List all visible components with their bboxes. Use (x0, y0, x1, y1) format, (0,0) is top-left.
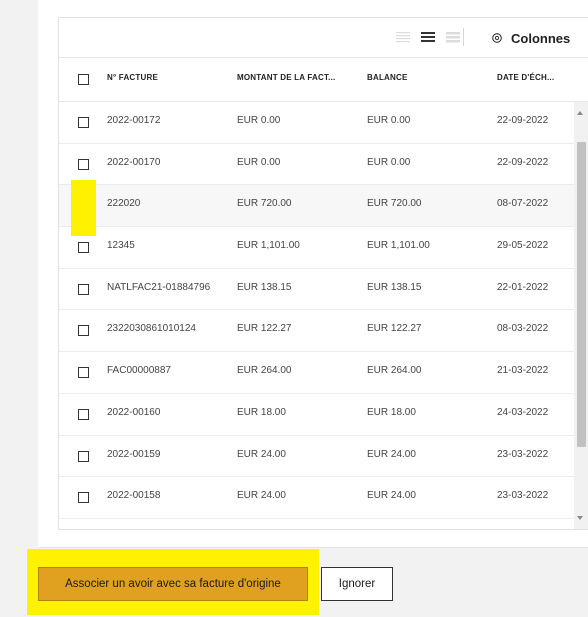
table-row[interactable]: 2022-00158 EUR 24.00 EUR 24.00 23-03-2022 (59, 477, 574, 519)
column-header-invoice-amount[interactable]: MONTANT DE LA FACT... (237, 73, 335, 82)
due-date-cell: 24-03-2022 (497, 406, 549, 418)
invoice-number-cell: 2022-00159 (107, 448, 161, 460)
columns-button-label: Colonnes (511, 30, 571, 46)
row-checkbox[interactable] (78, 158, 89, 170)
balance-cell: EUR 24.00 (367, 490, 416, 502)
balance-cell: EUR 720.00 (367, 198, 422, 210)
invoice-amount-cell: EUR 0.00 (237, 156, 281, 168)
invoice-amount-cell: EUR 0.00 (237, 115, 281, 126)
balance-cell: EUR 18.00 (367, 406, 416, 418)
invoice-amount-cell: EUR 18.00 (237, 406, 286, 418)
invoice-number-cell: 2022-00160 (107, 406, 161, 418)
due-date-cell: 22-09-2022 (497, 115, 549, 126)
column-header-balance[interactable]: BALANCE (367, 73, 408, 82)
invoice-amount-cell: EUR 122.27 (237, 323, 292, 335)
table-row[interactable]: 12345 EUR 1,101.00 EUR 1,101.00 29-05-2022 (59, 227, 574, 269)
invoice-amount-cell: EUR 264.00 (237, 365, 292, 377)
density-compact-icon[interactable] (395, 29, 411, 45)
column-header-invoice-number[interactable]: N° FACTURE (107, 73, 158, 82)
columns-button[interactable]: Colonnes (491, 27, 570, 49)
table-row[interactable]: 2022-00159 EUR 24.00 EUR 24.00 23-03-2022 (59, 436, 574, 478)
scrollbar-thumb[interactable] (577, 142, 586, 447)
scroll-down-arrow-icon[interactable] (577, 516, 583, 520)
invoice-number-cell: 2022-00158 (107, 490, 161, 502)
table-row[interactable]: 222020 EUR 720.00 EUR 720.00 08-07-2022 (59, 185, 574, 228)
scroll-up-arrow-icon[interactable] (577, 111, 583, 115)
toolbar-divider (463, 28, 464, 46)
table-row[interactable]: 2022-00170 EUR 0.00 EUR 0.00 22-09-2022 (59, 144, 574, 186)
invoice-number-cell: 12345 (107, 240, 135, 252)
invoice-amount-cell: EUR 24.00 (237, 490, 286, 502)
balance-cell: EUR 1,101.00 (367, 240, 430, 252)
vertical-scrollbar[interactable] (574, 102, 588, 529)
due-date-cell: 21-03-2022 (497, 365, 549, 377)
ignore-button[interactable]: Ignorer (321, 567, 393, 601)
invoice-number-cell: FAC00000887 (107, 365, 171, 377)
due-date-cell: 08-07-2022 (497, 198, 549, 210)
invoice-grid: Colonnes N° FACTURE MONTANT DE LA FACT..… (58, 17, 588, 530)
due-date-cell: 23-03-2022 (497, 448, 549, 460)
density-standard-icon[interactable] (420, 29, 436, 45)
balance-cell: EUR 0.00 (367, 156, 411, 168)
table-row[interactable]: 2022-00172 EUR 0.00 EUR 0.00 22-09-2022 (59, 102, 574, 144)
due-date-cell: 22-09-2022 (497, 156, 549, 168)
due-date-cell: 08-03-2022 (497, 323, 549, 335)
due-date-cell: 22-01-2022 (497, 281, 549, 293)
row-checkbox[interactable] (78, 283, 89, 295)
invoice-amount-cell: EUR 1,101.00 (237, 240, 300, 252)
due-date-cell: 29-05-2022 (497, 240, 549, 252)
invoice-amount-cell: EUR 720.00 (237, 198, 292, 210)
table-header-row: N° FACTURE MONTANT DE LA FACT... BALANCE… (59, 58, 588, 102)
invoice-number-cell: 2022-00172 (107, 115, 161, 126)
balance-cell: EUR 0.00 (367, 115, 411, 126)
select-all-checkbox[interactable] (78, 74, 89, 85)
balance-cell: EUR 264.00 (367, 365, 422, 377)
row-checkbox[interactable] (78, 367, 89, 379)
row-checkbox[interactable] (78, 117, 89, 128)
row-checkbox[interactable] (78, 325, 89, 337)
table-row[interactable]: FAC00000887 EUR 264.00 EUR 264.00 21-03-202… (59, 352, 574, 394)
table-row[interactable]: 2322030861010124 EUR 122.27 EUR 122.27 08-0… (59, 310, 574, 353)
invoice-amount-cell: EUR 138.15 (237, 281, 292, 293)
balance-cell: EUR 138.15 (367, 281, 422, 293)
invoice-number-cell: 2322030861010124 (107, 323, 196, 335)
due-date-cell: 23-03-2022 (497, 490, 549, 502)
invoice-amount-cell: EUR 24.00 (237, 448, 286, 460)
invoice-panel: Colonnes N° FACTURE MONTANT DE LA FACT..… (38, 0, 588, 548)
balance-cell: EUR 122.27 (367, 323, 422, 335)
invoice-number-cell: 222020 (107, 198, 141, 210)
table-row[interactable]: 2022-00160 EUR 18.00 EUR 18.00 24-03-2022 (59, 394, 574, 436)
grid-toolbar: Colonnes (59, 18, 588, 58)
row-checkbox[interactable] (78, 492, 89, 504)
density-comfortable-icon[interactable] (445, 29, 461, 45)
table-body: 2022-00172 EUR 0.00 EUR 0.00 22-09-2022 2022… (59, 102, 574, 519)
table-row[interactable]: NATLFAC21-01884796 EUR 138.15 EUR 138.15 22… (59, 269, 574, 311)
row-checkbox[interactable] (78, 408, 89, 420)
balance-cell: EUR 24.00 (367, 448, 416, 460)
column-header-due-date[interactable]: DATE D'ÉCH... (497, 73, 554, 82)
associate-credit-note-button[interactable]: Associer un avoir avec sa facture d'orig… (38, 567, 308, 601)
settings-cog-icon (491, 32, 503, 44)
invoice-number-cell: NATLFAC21-01884796 (107, 281, 211, 293)
checkbox-highlight (71, 180, 96, 236)
invoice-number-cell: 2022-00170 (107, 156, 161, 168)
row-checkbox[interactable] (78, 450, 89, 462)
row-checkbox[interactable] (78, 242, 89, 254)
